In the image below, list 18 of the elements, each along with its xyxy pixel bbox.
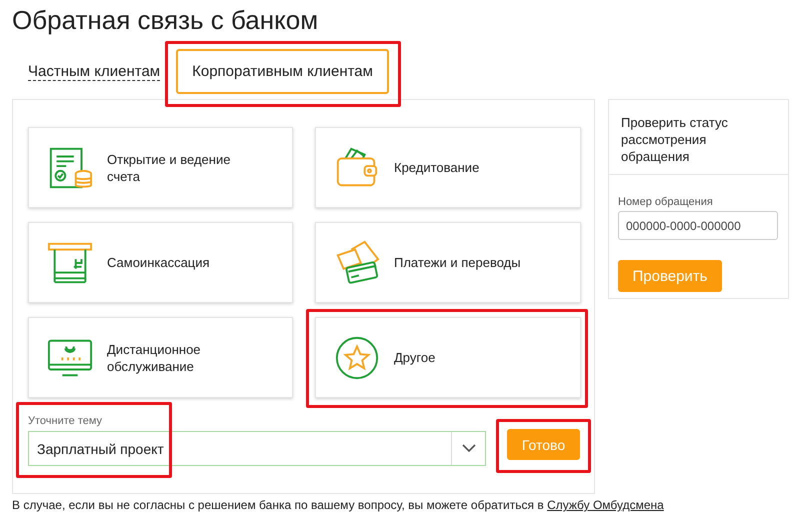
tab[interactable]: Корпоративным клиентам — [176, 49, 389, 94]
topic-card[interactable]: Другое — [315, 317, 581, 398]
footer-note: В случае, если вы не согласны с решением банка по вашему вопросу, вы можете обратиться в Службу Омбудсмена — [11, 497, 665, 512]
subject-dropdown[interactable]: Зарплатный проект — [28, 431, 486, 466]
topic-card[interactable]: Платежи и переводы — [315, 222, 581, 303]
ombudsman-link[interactable]: Службу Омбудсмена — [547, 498, 664, 512]
request-number-field[interactable]: 000000-0000-000000 — [618, 211, 778, 240]
topic-card[interactable]: Самоинкассация — [28, 222, 293, 303]
field-label: Номер обращения — [618, 196, 714, 208]
tab[interactable]: Частным клиентам — [28, 62, 160, 80]
field-label: Уточните тему — [28, 415, 104, 427]
topic-card[interactable]: Открытие и ведение счета — [28, 127, 293, 208]
panel-title: Проверить статус рассмотрения обращения — [609, 100, 788, 175]
page-title: Обратная связь с банком — [11, 4, 320, 36]
topic-card[interactable]: Дистанционное обслуживание — [28, 317, 293, 398]
topic-card[interactable]: Кредитование — [315, 127, 581, 208]
cards-icon — [334, 240, 380, 286]
chevron-down-icon — [462, 444, 476, 453]
